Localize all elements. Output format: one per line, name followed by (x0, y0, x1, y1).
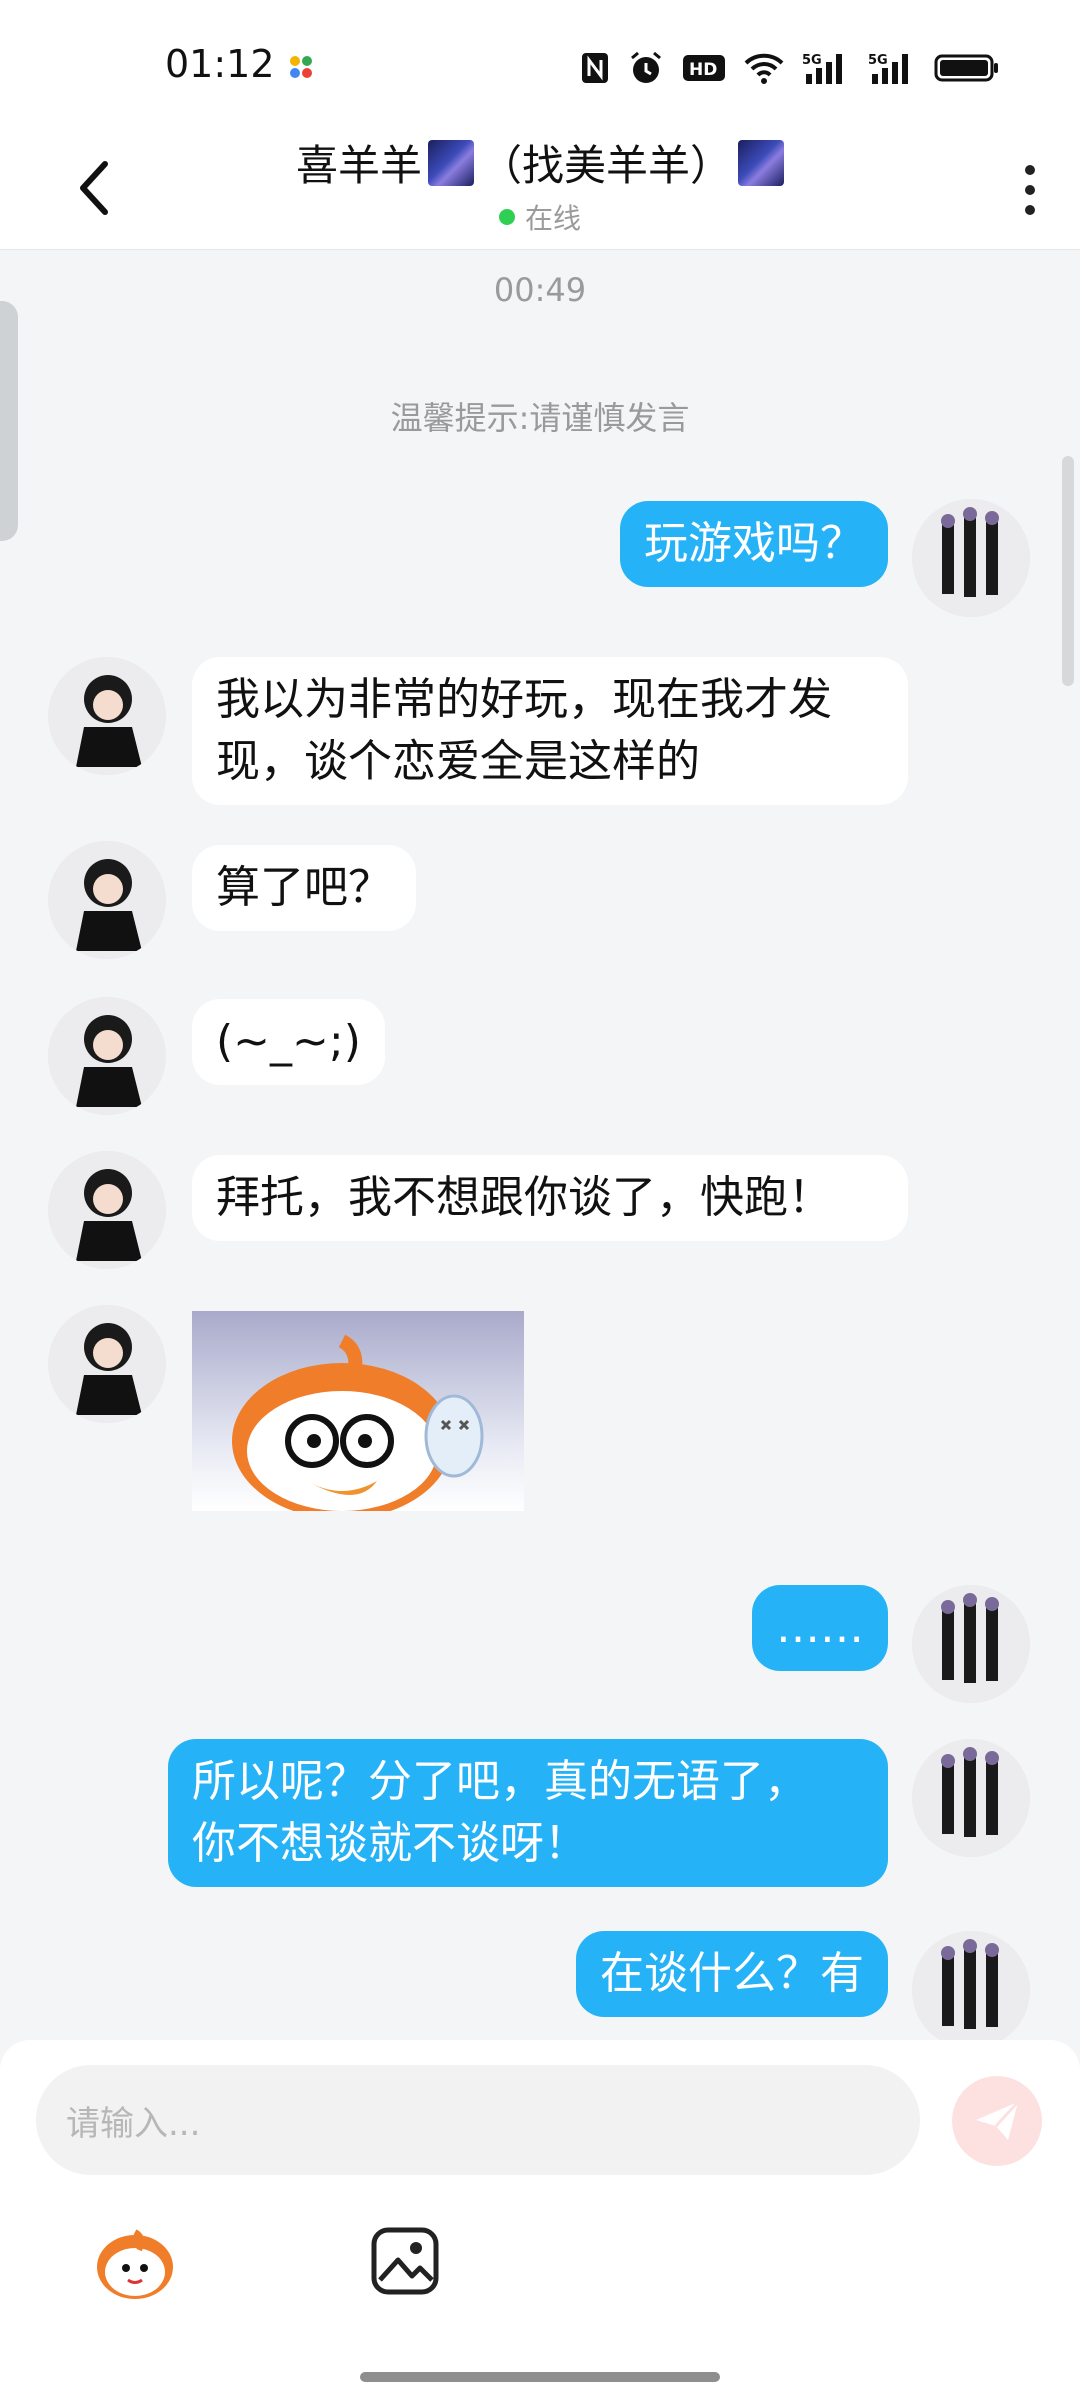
message-bubble-out[interactable]: …… (752, 1585, 888, 1671)
message-bubble-out[interactable]: 所以呢？分了吧，真的无语了， 你不想谈就不谈呀！ (168, 1739, 888, 1887)
contact-name: 喜羊羊 (295, 141, 422, 190)
sticker-message[interactable] (192, 1311, 524, 1511)
message-list[interactable]: 00:49 温馨提示:请谨慎发言 玩游戏吗？ 我以为非常的好玩，现在我才发 现，… (0, 251, 1080, 2041)
contact-avatar[interactable] (48, 657, 166, 775)
chevron-left-icon (80, 161, 108, 215)
message-timestamp: 00:49 (493, 271, 587, 309)
avatar-figures-icon (912, 499, 1030, 617)
avatar-chibi-icon (48, 841, 166, 959)
message-bubble-out[interactable]: 玩游戏吗？ (620, 501, 888, 587)
contact-name-suffix: （找美羊羊） (480, 141, 733, 190)
composer: 请输入... (0, 2040, 1080, 2400)
my-avatar[interactable] (912, 1585, 1030, 1703)
message-bubble-out[interactable]: 在谈什么？有 (576, 1931, 888, 2017)
contact-avatar[interactable] (48, 841, 166, 959)
send-icon (976, 2100, 1020, 2140)
avatar-figures-icon (912, 1585, 1030, 1703)
image-button[interactable] (370, 2226, 440, 2296)
app-notification-icon (290, 56, 312, 78)
system-tip: 温馨提示:请谨慎发言 (390, 399, 690, 437)
message-line: 所以呢？分了吧，真的无语了， (192, 1756, 808, 1807)
status-bar: 01:12 HD 5G 5G (0, 0, 1080, 130)
galaxy-emoji-icon (738, 139, 785, 186)
online-dot-icon (498, 209, 515, 225)
more-options-button[interactable] (1000, 150, 1060, 230)
message-bubble-in[interactable]: 拜托，我不想跟你谈了，快跑！ (192, 1155, 908, 1241)
scrollbar[interactable] (1062, 456, 1074, 686)
send-button[interactable] (952, 2076, 1042, 2166)
emoji-icon (97, 2229, 173, 2299)
my-avatar[interactable] (912, 499, 1030, 617)
more-dot-icon (1025, 165, 1035, 175)
message-input[interactable]: 请输入... (36, 2065, 920, 2175)
online-status-text: 在线 (524, 202, 581, 235)
message-line: 你不想谈就不谈呀！ (192, 1818, 588, 1869)
avatar-chibi-icon (48, 657, 166, 775)
message-bubble-in[interactable]: (~_~;) (192, 999, 385, 1085)
message-bubble-in[interactable]: 我以为非常的好玩，现在我才发 现，谈个恋爱全是这样的 (192, 657, 908, 805)
avatar-chibi-icon (48, 1151, 166, 1269)
online-status: 在线 (200, 197, 880, 237)
image-icon (371, 2227, 439, 2295)
home-indicator[interactable] (360, 2372, 720, 2382)
status-icons: HD 5G 5G (580, 48, 1000, 88)
contact-avatar[interactable] (48, 1151, 166, 1269)
contact-avatar[interactable] (48, 997, 166, 1115)
avatar-chibi-icon (48, 1305, 166, 1423)
chat-title-area: 喜羊羊 （找美羊羊） 在线 (200, 132, 880, 237)
chat-header: 喜羊羊 （找美羊羊） 在线 (0, 130, 1080, 250)
svg-text:5G: 5G (802, 53, 822, 68)
chat-title: 喜羊羊 （找美羊羊） (295, 132, 785, 193)
avatar-chibi-icon (48, 997, 166, 1115)
galaxy-emoji-icon (428, 139, 474, 186)
message-line: 我以为非常的好玩，现在我才发 (216, 674, 832, 725)
more-dot-icon (1025, 185, 1035, 195)
contact-avatar[interactable] (48, 1305, 166, 1423)
wifi-icon (744, 53, 784, 84)
back-button[interactable] (60, 148, 130, 228)
alarm-icon (631, 51, 661, 83)
hd-icon: HD (683, 55, 725, 81)
5g-signal-icon: 5G (868, 53, 908, 84)
5g-signal-icon: 5G (802, 53, 842, 84)
emoji-button[interactable] (90, 2222, 180, 2302)
cartoon-sticker-icon (232, 1334, 484, 1511)
svg-text:HD: HD (689, 60, 717, 80)
message-line: 现，谈个恋爱全是这样的 (216, 736, 700, 787)
message-bubble-in[interactable]: 算了吧？ (192, 845, 416, 931)
battery-icon (934, 54, 998, 82)
my-avatar[interactable] (912, 1739, 1030, 1857)
avatar-figures-icon (912, 1931, 1030, 2041)
svg-text:5G: 5G (868, 53, 888, 68)
nfc-icon (582, 53, 608, 83)
status-time: 01:12 (165, 42, 275, 86)
my-avatar[interactable] (912, 1931, 1030, 2041)
avatar-figures-icon (912, 1739, 1030, 1857)
more-dot-icon (1025, 205, 1035, 215)
